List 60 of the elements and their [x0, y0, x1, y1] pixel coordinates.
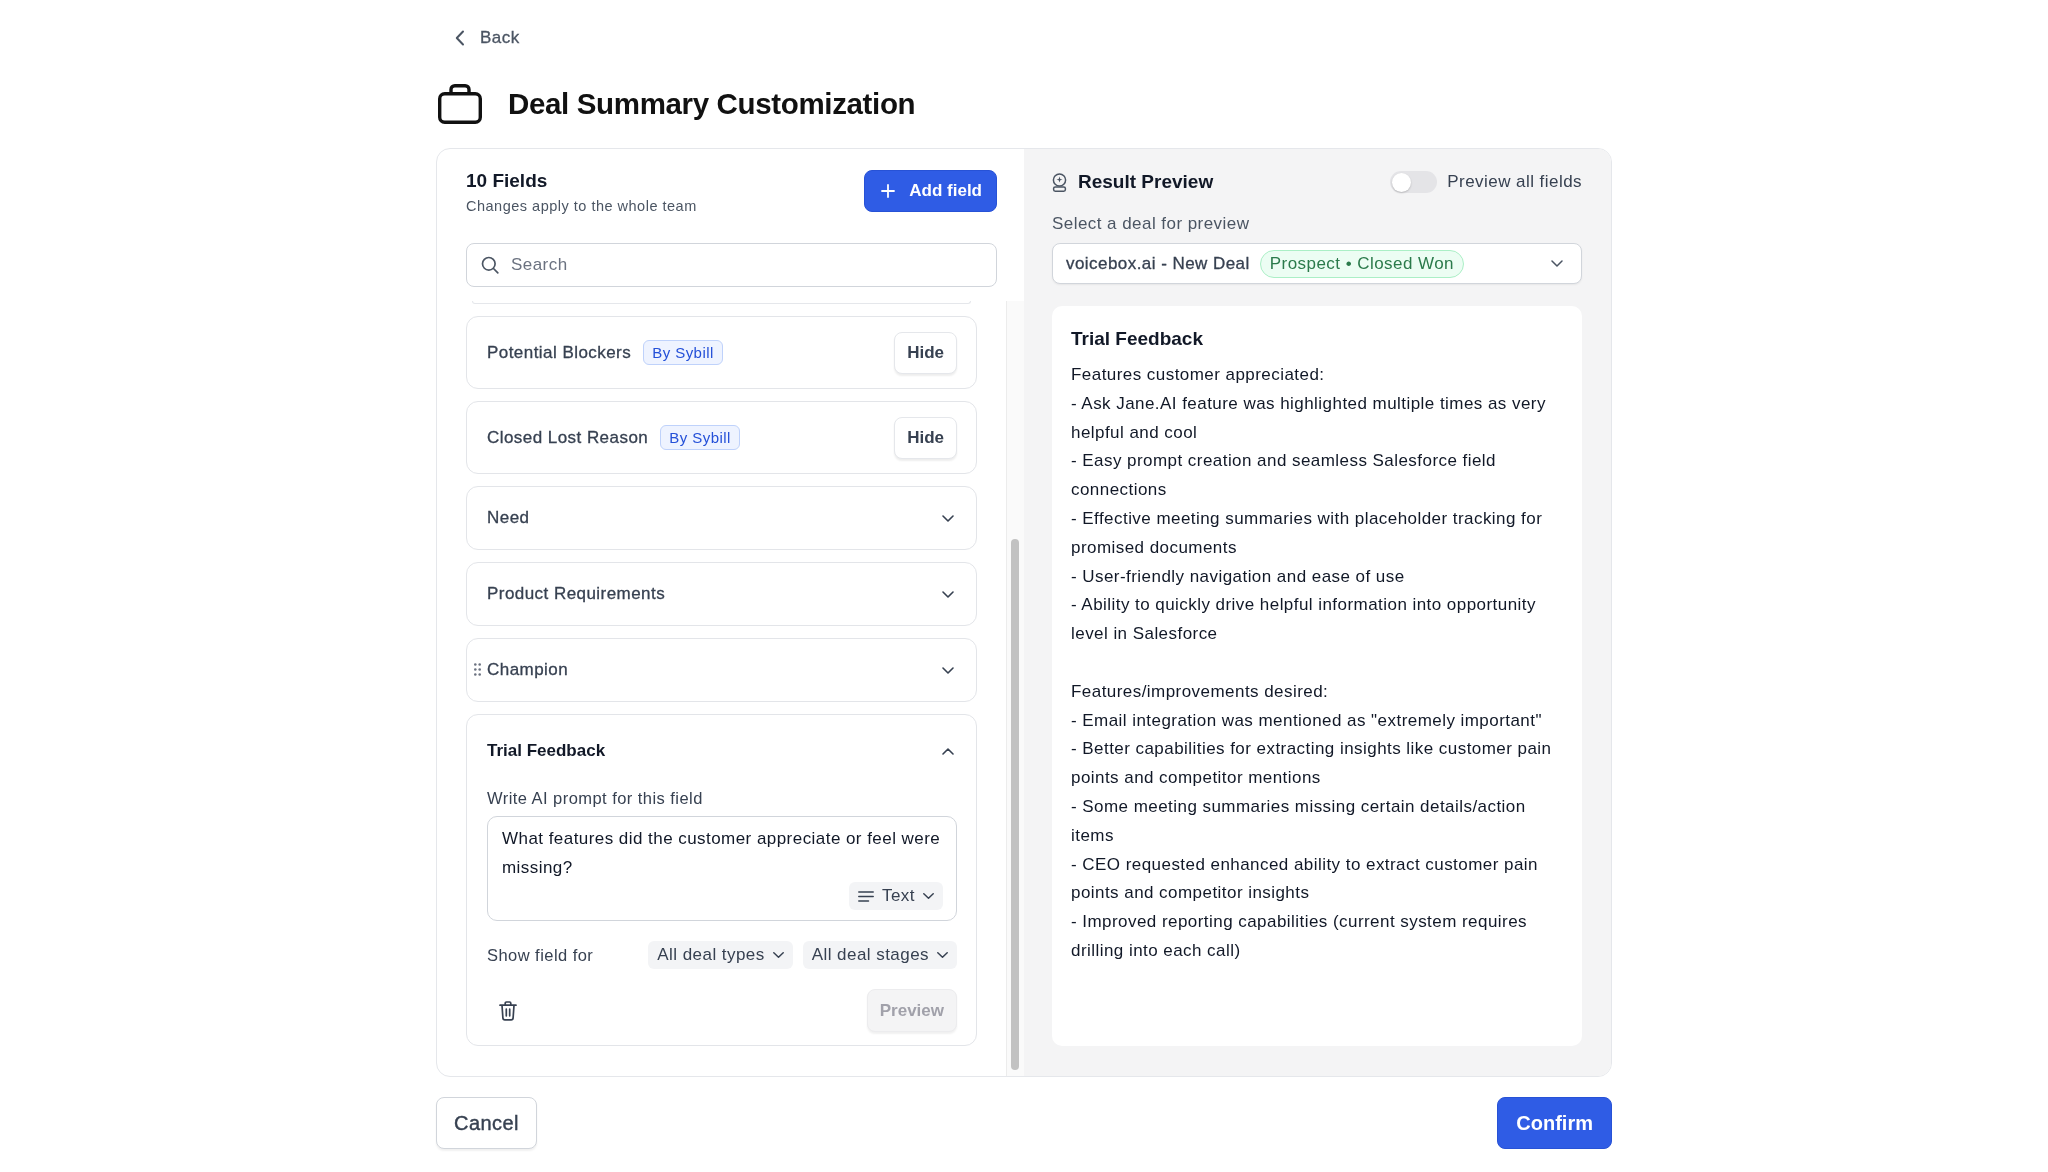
deal-select[interactable]: voicebox.ai - New Deal Prospect • Closed Won: [1052, 243, 1582, 284]
chevron-down-icon[interactable]: [942, 514, 954, 522]
chevron-down-icon[interactable]: [942, 666, 954, 674]
prompt-label: Write AI prompt for this field: [487, 788, 704, 809]
summary-item: - Email integration was mentioned as "extremely important": [1071, 709, 1543, 732]
summary-item: - Ask Jane.AI feature was highlighted multiple times as very helpful and cool: [1071, 392, 1547, 444]
summary-item: - Better capabilities for extracting insights like customer pain points and competitor mentions: [1071, 738, 1553, 790]
field-name: Potential Blockers: [487, 342, 632, 363]
chevron-down-icon[interactable]: [942, 590, 954, 598]
source-badge: By Sybill: [643, 340, 723, 365]
scrollbar-thumb[interactable]: [1011, 539, 1019, 1070]
deal-stage-badge: Prospect • Closed Won: [1259, 249, 1464, 278]
summary-heading: Features/improvements desired:: [1071, 680, 1330, 703]
fields-subtitle: Changes apply to the whole team: [466, 197, 697, 215]
prompt-field[interactable]: What features did the customer appreciate or feel were missing? Text: [487, 816, 957, 921]
crystal-ball-icon: [1052, 172, 1067, 192]
chevron-left-icon: [455, 30, 465, 46]
chevron-down-icon: [1551, 260, 1563, 267]
briefcase-icon: [438, 84, 482, 124]
deal-types-dropdown[interactable]: All deal types: [648, 941, 793, 969]
plus-icon: [881, 184, 896, 198]
chevron-up-icon[interactable]: [942, 747, 954, 755]
field-name: Need: [487, 508, 530, 528]
search-field[interactable]: Search: [466, 243, 997, 287]
deal-select-label: Select a deal for preview: [1052, 213, 1251, 235]
field-name: Champion: [487, 660, 569, 680]
summary-item: - Improved reporting capabilities (current system requires drilling into each call): [1071, 911, 1528, 962]
summary-item: - Effective meeting summaries with placeholder tracking for promised documents: [1071, 508, 1544, 559]
preview-all-toggle[interactable]: [1390, 171, 1438, 193]
drag-handle-icon[interactable]: [474, 663, 481, 676]
text-lines-icon: [858, 890, 874, 902]
summary-item: - Easy prompt creation and seamless Salesforce field connections: [1071, 450, 1497, 502]
add-field-button[interactable]: Add field: [864, 170, 997, 212]
chevron-down-icon: [923, 893, 934, 899]
result-preview-title: Result Preview: [1078, 171, 1214, 193]
field-name: Product Requirements: [487, 584, 666, 604]
preview-all-label: Preview all fields: [1447, 172, 1582, 192]
summary-item: - User-friendly navigation and ease of use: [1071, 565, 1406, 588]
search-icon: [481, 256, 499, 274]
summary-heading: Features customer appreciated:: [1071, 364, 1326, 386]
deal-stages-dropdown[interactable]: All deal stages: [802, 941, 957, 969]
fields-count-title: 10 Fields: [466, 169, 549, 193]
summary-item: - Some meeting summaries missing certain details/action items: [1071, 795, 1527, 847]
hide-button[interactable]: Hide: [894, 416, 957, 459]
summary-item: - Ability to quickly drive helpful information into opportunity level in Salesforce: [1071, 594, 1537, 646]
show-field-label: Show field for: [487, 945, 594, 966]
chevron-down-icon: [937, 952, 948, 958]
cancel-button[interactable]: Cancel: [436, 1097, 537, 1149]
back-link[interactable]: Back: [453, 24, 522, 52]
confirm-button[interactable]: Confirm: [1497, 1097, 1612, 1149]
hide-button[interactable]: Hide: [894, 331, 957, 374]
chevron-down-icon: [772, 952, 784, 958]
format-dropdown[interactable]: Text: [849, 882, 943, 910]
summary-item: - CEO requested enhanced ability to extract customer pain points and competitor insights: [1071, 853, 1539, 905]
field-name: Trial Feedback: [487, 741, 606, 761]
source-badge: By Sybill: [660, 425, 740, 450]
trash-icon[interactable]: [499, 1000, 517, 1021]
page-title: Deal Summary Customization: [508, 87, 916, 121]
field-name: Closed Lost Reason: [487, 427, 649, 448]
result-title: Trial Feedback: [1071, 327, 1204, 351]
